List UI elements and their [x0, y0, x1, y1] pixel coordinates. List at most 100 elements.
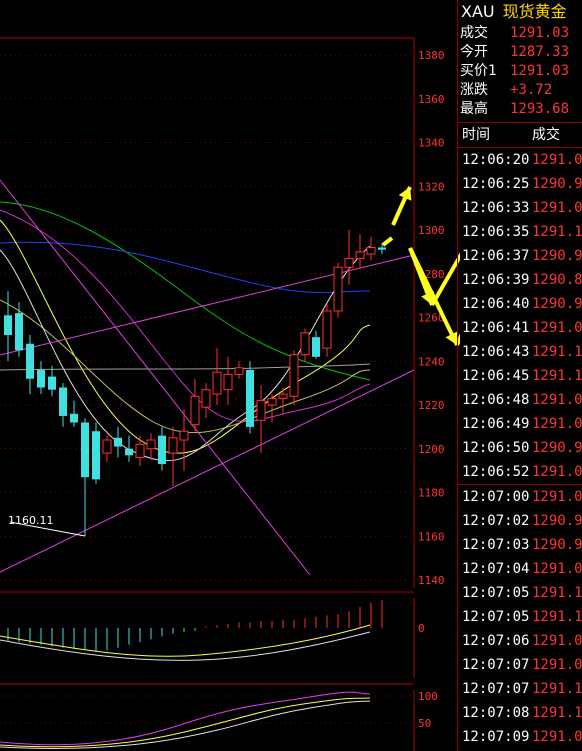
candle-body — [223, 373, 233, 391]
tick-row: 12:07:02 1290.9 — [458, 509, 582, 533]
tick-price: 1291.1 — [532, 224, 582, 240]
kdj-d-line — [0, 697, 371, 748]
y-tick-label: 1300 — [418, 224, 445, 237]
tick-price: 1291.1 — [532, 368, 582, 384]
candle-body — [37, 370, 45, 388]
arrow-shaft — [430, 252, 460, 306]
candle-body — [70, 413, 78, 423]
quote-label: 成交 — [460, 25, 488, 41]
quote-label: 最高 — [460, 101, 488, 117]
tick-time: 12:07:03 — [462, 537, 530, 553]
annotations: 1160.11 — [8, 514, 86, 537]
tick-time: 12:07:00 — [462, 489, 530, 505]
tick-time: 12:06:25 — [462, 176, 530, 192]
quote-value: 1291.03 — [510, 63, 570, 79]
tick-row: 12:06:49 1291.0 — [458, 412, 582, 436]
tick-price: 1291.1 — [532, 609, 582, 625]
quote-row: 买价1 1291.03 — [458, 62, 582, 81]
candle-body — [267, 397, 277, 406]
instrument-name: 现货黄金 — [502, 2, 567, 21]
tick-time: 12:06:50 — [462, 440, 530, 456]
symbol: XAU — [461, 2, 495, 21]
tick-time: 12:07:02 — [462, 513, 530, 529]
tick-row: 12:07:06 1291.0 — [458, 629, 582, 653]
candle-body — [4, 315, 12, 335]
tick-price: 1290.9 — [532, 440, 582, 456]
tick-time: 12:06:40 — [462, 296, 530, 312]
tick-row: 12:07:09 1291.0 — [458, 725, 582, 749]
tick-price: 1291.0 — [532, 416, 582, 432]
tick-price: 1291.1 — [532, 344, 582, 360]
tick-row: 12:06:25 1290.9 — [458, 172, 582, 196]
y-tick-label: 1180 — [418, 487, 445, 500]
low-annotation: 1160.11 — [8, 514, 54, 527]
quote-row: 今开 1287.33 — [458, 43, 582, 62]
candle-body — [92, 431, 100, 480]
tick-time: 12:06:43 — [462, 344, 530, 360]
tick-price: 1291.0 — [532, 200, 582, 216]
kline-chart[interactable]: 1380136013401320130012801260124012201200… — [0, 0, 460, 751]
tick-price: 1290.8 — [532, 272, 582, 288]
candle-body — [146, 439, 156, 450]
arrow-shaft — [381, 236, 394, 247]
tick-row: 12:07:00 1291.0 — [458, 484, 582, 509]
candle-body — [15, 313, 23, 351]
tick-row: 12:06:33 1291.0 — [458, 196, 582, 220]
tick-time: 12:06:52 — [462, 464, 530, 480]
tick-price: 1291.0 — [532, 561, 582, 577]
tick-price: 1291.1 — [532, 585, 582, 601]
tick-time: 12:06:35 — [462, 224, 530, 240]
tick-price: 1290.9 — [532, 248, 582, 264]
quote-row: 涨跌 +3.72 — [458, 81, 582, 100]
quote-row: 最高 1293.68 — [458, 100, 582, 119]
candle-body — [135, 443, 145, 458]
quote-label: 今开 — [460, 44, 488, 60]
candle-body — [26, 343, 34, 379]
candle-body — [312, 337, 320, 357]
main-chart-grid: 1380136013401320130012801260124012201200… — [0, 37, 445, 593]
tick-row: 12:06:43 1291.1 — [458, 340, 582, 364]
col-price: 成交 — [532, 127, 560, 143]
candle-body — [378, 247, 386, 250]
tick-row: 12:07:05 1291.1 — [458, 581, 582, 605]
tick-price: 1291.0 — [532, 320, 582, 336]
tick-price: 1291.0 — [532, 633, 582, 649]
tick-list[interactable]: 12:06:20 1291.0 12:06:25 1290.9 12:06:33 1291… — [458, 148, 582, 749]
tick-time: 12:07:08 — [462, 705, 530, 721]
tick-price: 1291.0 — [532, 464, 582, 480]
tick-row: 12:06:41 1291.0 — [458, 316, 582, 340]
tick-price: 1291.1 — [532, 681, 582, 697]
tick-row: 12:06:37 1290.9 — [458, 244, 582, 268]
candle-body — [366, 247, 376, 255]
tick-row: 12:07:05 1291.1 — [458, 605, 582, 629]
candle-body — [300, 332, 310, 356]
y-tick-label: 1340 — [418, 137, 445, 150]
tick-row: 12:06:48 1291.0 — [458, 388, 582, 412]
tick-row: 12:06:20 1291.0 — [458, 148, 582, 172]
col-time: 时间 — [462, 127, 490, 143]
candle-body — [168, 437, 178, 454]
tick-price: 1291.1 — [532, 705, 582, 721]
tick-time: 12:07:07 — [462, 681, 530, 697]
quote-value: 1287.33 — [510, 44, 570, 60]
tick-row: 12:07:08 1291.1 — [458, 701, 582, 725]
y-tick-label: 1220 — [418, 399, 445, 412]
tick-row: 12:06:40 1290.9 — [458, 292, 582, 316]
arrow-shaft — [408, 247, 459, 346]
tick-price: 1290.9 — [532, 537, 582, 553]
y-tick-label: 1320 — [418, 180, 445, 193]
y-tick-label: 1360 — [418, 93, 445, 106]
quote-value: +3.72 — [510, 82, 553, 98]
quote-header: XAU 现货黄金 — [458, 0, 582, 24]
candle-body — [355, 251, 365, 259]
tick-time: 12:06:33 — [462, 200, 530, 216]
candle-body — [278, 393, 288, 399]
candle-body — [256, 400, 266, 421]
candle-body — [102, 439, 112, 454]
ma-line — [0, 241, 371, 294]
tick-time: 12:07:05 — [462, 585, 530, 601]
candle-body — [81, 422, 89, 478]
tick-price: 1291.0 — [532, 729, 582, 745]
y-tick-label: 1240 — [418, 355, 445, 368]
tick-time: 12:07:05 — [462, 609, 530, 625]
